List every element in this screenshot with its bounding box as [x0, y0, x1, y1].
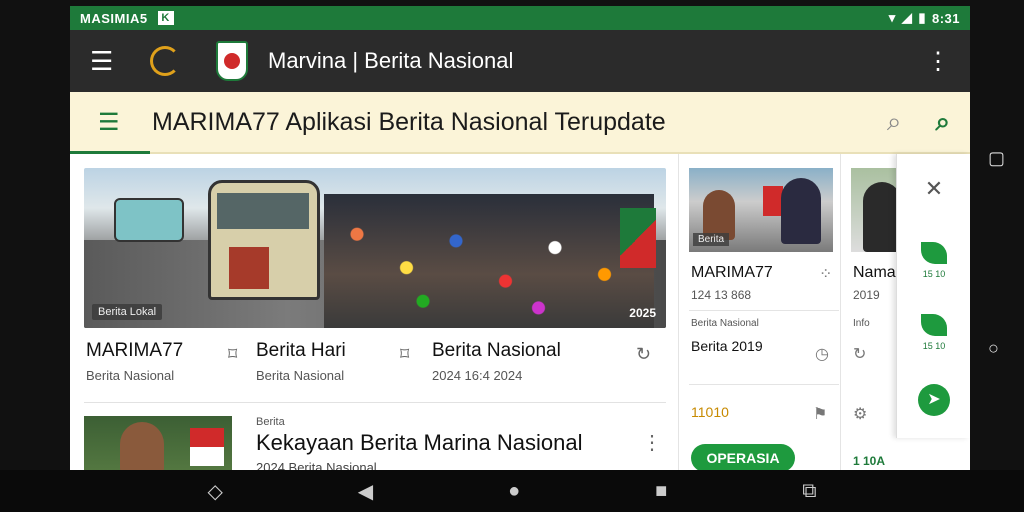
action-rail: ✕ 15 10 15 10 ➤ — [896, 154, 970, 438]
share-fab[interactable]: ➤ — [897, 384, 970, 416]
thumb-flag — [763, 186, 783, 216]
hero-item-sub: Berita Nasional — [86, 368, 175, 383]
rail-item-label: 15 10 — [922, 269, 946, 279]
search-header: ☰ MARIMA77 Aplikasi Berita Nasional Teru… — [70, 92, 970, 154]
hero-bus — [208, 180, 320, 300]
hero-item-3[interactable]: Berita Nasional 2024 16:4 2024 — [432, 340, 642, 383]
send-icon: ➤ — [918, 384, 950, 416]
leaf-icon — [921, 314, 947, 336]
notification-icon: K — [157, 11, 174, 25]
page-title: MARIMA77 Aplikasi Berita Nasional Terupd… — [152, 107, 666, 136]
side-b-row2-label: Info — [853, 318, 870, 329]
rail-item-2[interactable]: 15 10 — [897, 314, 970, 351]
app-title: Marvina | Berita Nasional — [268, 48, 514, 73]
side-a-row3-value: 11010 — [691, 404, 729, 420]
side-thumb-tag: Berita — [693, 233, 730, 246]
hero-item-sub: 2024 16:4 2024 — [432, 368, 523, 383]
side-a-title: MARIMA77 — [691, 264, 773, 281]
side-column-a[interactable]: Berita MARIMA77 ⁘ 124 13 868 Berita Nasi… — [689, 154, 841, 470]
hero-badge: 2025 — [629, 306, 656, 320]
signal-icon: ◢ — [901, 10, 913, 25]
share-icon[interactable]: ↻ — [636, 344, 651, 365]
side-b-title: Nama — [853, 264, 896, 281]
status-bar: MASIMIA5 K ▾ ◢ ▮ 8:31 — [70, 6, 970, 30]
settings-icon[interactable]: ⚙ — [853, 404, 867, 424]
rail-item-label: 15 10 — [922, 341, 946, 351]
hero-item-sub: Berita Nasional — [256, 368, 345, 383]
clock: 8:31 — [931, 10, 960, 26]
news-card[interactable]: Berita Kekayaan Berita Marina Nasional 2… — [84, 416, 666, 470]
side-a-row2-label: Berita Nasional — [691, 318, 759, 329]
bookmark-icon[interactable]: ⌑ — [228, 344, 237, 365]
side-b-row3-label: 1 10A — [853, 454, 886, 468]
hero-flag — [620, 208, 656, 268]
app-screen: MASIMIA5 K ▾ ◢ ▮ 8:31 ☰ Marvina | Berita… — [70, 6, 970, 470]
hero-image[interactable]: Berita Lokal 2025 — [84, 168, 666, 328]
carrier-label: MASIMIA5 — [80, 10, 148, 26]
divider — [84, 402, 666, 403]
hero-item-title: Berita Hari — [256, 340, 346, 361]
news-card-meta: 2024 Berita Nasional — [256, 460, 377, 470]
side-a-sub: 124 13 868 — [691, 288, 752, 302]
clock-icon[interactable]: ◷ — [815, 344, 829, 364]
hero-item-1[interactable]: MARIMA77 Berita Nasional — [86, 340, 266, 383]
android-nav-bar: ◇ ◀ ● ■ ⧉ — [0, 470, 1024, 512]
app-bar: ☰ Marvina | Berita Nasional ⋮ — [70, 30, 970, 92]
refresh-icon[interactable]: ↻ — [853, 344, 866, 364]
thumb-person — [120, 422, 164, 470]
divider — [689, 384, 839, 385]
wifi-icon: ▾ — [888, 10, 896, 25]
side-a-row2-value: Berita 2019 — [691, 338, 763, 354]
hero-item-title: Berita Nasional — [432, 340, 561, 361]
back-icon[interactable]: ◀ — [358, 479, 373, 504]
bookmark-icon[interactable]: ⚑ — [813, 404, 827, 424]
hero-crowd — [324, 194, 654, 328]
rail-item-1[interactable]: 15 10 — [897, 242, 970, 279]
hero-bus-small — [114, 198, 184, 242]
crescent-logo-icon — [150, 46, 180, 76]
close-icon[interactable]: ✕ — [897, 176, 970, 202]
side-b-sub: 2019 — [853, 288, 880, 302]
home-icon[interactable]: ● — [508, 480, 520, 503]
list-menu-icon[interactable]: ☰ — [98, 108, 152, 137]
leaf-icon — [921, 242, 947, 264]
hero-tag: Berita Lokal — [92, 304, 163, 320]
news-card-thumb — [84, 416, 232, 470]
overflow-menu-icon[interactable]: ⋮ — [926, 47, 950, 76]
search-icon[interactable]: ⌕ — [935, 106, 950, 138]
divider — [689, 310, 839, 311]
thumb-person — [781, 178, 821, 244]
thumb-flag — [190, 428, 224, 466]
device-frame: MASIMIA5 K ▾ ◢ ▮ 8:31 ☰ Marvina | Berita… — [0, 0, 1024, 512]
recents-icon[interactable]: ■ — [655, 480, 667, 503]
side-thumb-a: Berita — [689, 168, 833, 252]
hero-item-title: MARIMA77 — [86, 340, 184, 361]
home-hw-icon[interactable]: ○ — [988, 338, 999, 359]
news-card-title: Kekayaan Berita Marina Nasional — [256, 430, 583, 455]
side-list: Berita MARIMA77 ⁘ 124 13 868 Berita Nasi… — [678, 154, 905, 470]
bookmark-icon[interactable]: ⌑ — [400, 344, 409, 365]
hero-item-2[interactable]: Berita Hari Berita Nasional — [256, 340, 416, 383]
search-icon-grey[interactable]: ⌕ — [887, 106, 902, 138]
split-icon[interactable]: ⧉ — [802, 480, 816, 503]
card-more-icon[interactable]: ⋮ — [642, 430, 662, 455]
grid-icon[interactable]: ⁘ — [819, 264, 832, 284]
operasia-button[interactable]: OPERASIA — [691, 444, 795, 470]
assist-icon[interactable]: ◇ — [207, 479, 222, 504]
recents-hw-icon[interactable]: ▢ — [988, 148, 1005, 169]
news-card-category: Berita — [256, 416, 285, 428]
battery-icon: ▮ — [918, 10, 926, 25]
app-shield-logo — [216, 41, 248, 81]
hamburger-menu-icon[interactable]: ☰ — [90, 46, 130, 77]
content-area: Berita Lokal 2025 MARIMA77 Berita Nasion… — [70, 154, 970, 470]
